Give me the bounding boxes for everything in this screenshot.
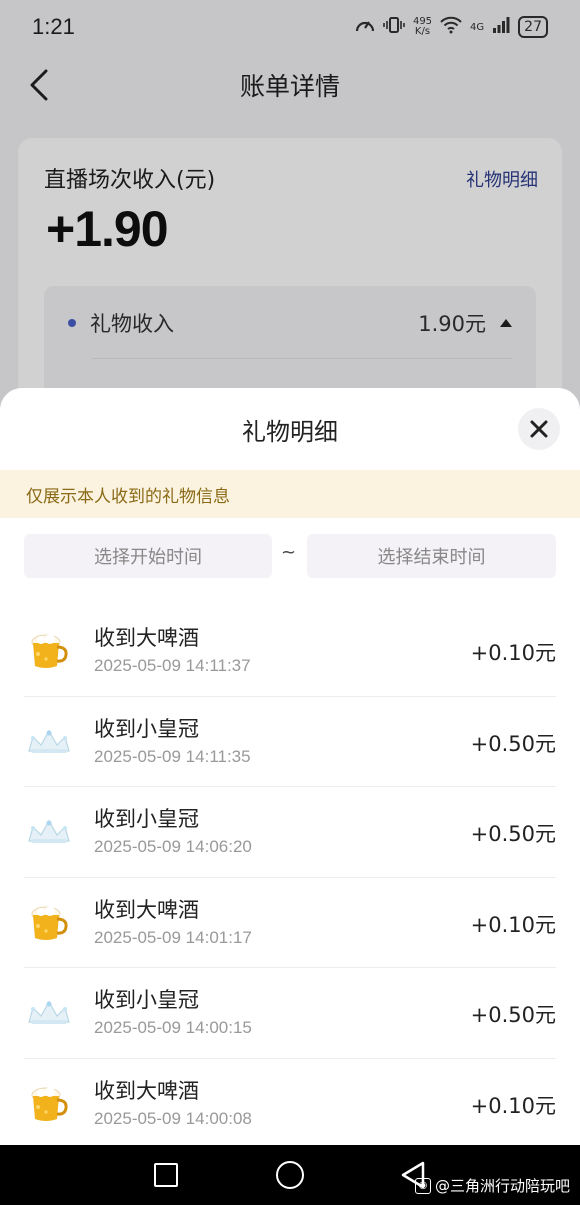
gift-list-item[interactable]: 收到大啤酒 2025-05-09 14:00:08 +0.10元 [24,1059,556,1149]
gift-list-item[interactable]: 收到大啤酒 2025-05-09 14:11:37 +0.10元 [24,606,556,697]
beer-icon [24,1079,74,1129]
crown-icon [24,988,74,1038]
gift-time: 2025-05-09 14:01:17 [94,927,252,947]
gift-name: 收到小皇冠 [94,988,199,1012]
gift-time: 2025-05-09 14:11:37 [94,656,251,675]
date-separator: ~ [281,542,297,563]
gift-time: 2025-05-09 14:00:15 [94,1018,252,1037]
gift-detail-sheet: 礼物明细 仅展示本人收到的礼物信息 选择开始时间 ~ 选择结束时间 收到大啤酒 2… [0,388,580,1148]
crown-icon [24,717,74,767]
gift-time: 2025-05-09 14:06:20 [94,837,252,856]
sheet-title: 礼物明细 [242,417,338,446]
gift-name: 收到小皇冠 [94,807,199,831]
gift-amount: +0.10元 [470,912,556,937]
recents-button[interactable] [154,1163,178,1187]
gift-name: 收到大啤酒 [94,626,199,650]
gift-amount: +0.10元 [470,641,556,665]
date-filter: 选择开始时间 ~ 选择结束时间 [0,518,580,606]
beer-icon [24,626,74,676]
watermark-text: @三角洲行动陪玩吧 [434,1177,570,1195]
gift-list-item[interactable]: 收到小皇冠 2025-05-09 14:11:35 +0.50元 [24,697,556,787]
close-icon [530,420,548,438]
gift-time: 2025-05-09 14:11:35 [94,746,251,766]
start-date-picker[interactable]: 选择开始时间 [24,534,272,578]
notice-banner: 仅展示本人收到的礼物信息 [0,470,580,518]
gift-list-item[interactable]: 收到大啤酒 2025-05-09 14:01:17 +0.10元 [24,878,556,968]
gift-amount: +0.50元 [470,822,556,846]
end-date-picker[interactable]: 选择结束时间 [307,534,556,578]
gift-list-item[interactable]: 收到小皇冠 2025-05-09 14:00:15 +0.50元 [24,968,556,1059]
system-nav-bar: ◉ @三角洲行动陪玩吧 [0,1145,580,1205]
gift-amount: +0.50元 [470,1003,556,1027]
gift-list: 收到大啤酒 2025-05-09 14:11:37 +0.10元 收到小皇冠 2025-… [0,606,580,1148]
gift-time: 2025-05-09 14:00:08 [94,1108,252,1128]
gift-name: 收到小皇冠 [94,716,199,741]
weibo-logo-icon: ◉ [414,1177,431,1194]
gift-list-item[interactable]: 收到小皇冠 2025-05-09 14:06:20 +0.50元 [24,787,556,878]
gift-amount: +0.50元 [470,731,556,756]
gift-name: 收到大啤酒 [94,897,199,922]
home-button[interactable] [276,1161,304,1189]
close-button[interactable] [518,408,560,450]
beer-icon [24,898,74,948]
sheet-header: 礼物明细 [0,388,580,470]
gift-name: 收到大啤酒 [94,1078,199,1103]
gift-amount: +0.10元 [470,1093,556,1118]
crown-icon [24,807,74,857]
watermark: ◉ @三角洲行动陪玩吧 [414,1175,570,1196]
